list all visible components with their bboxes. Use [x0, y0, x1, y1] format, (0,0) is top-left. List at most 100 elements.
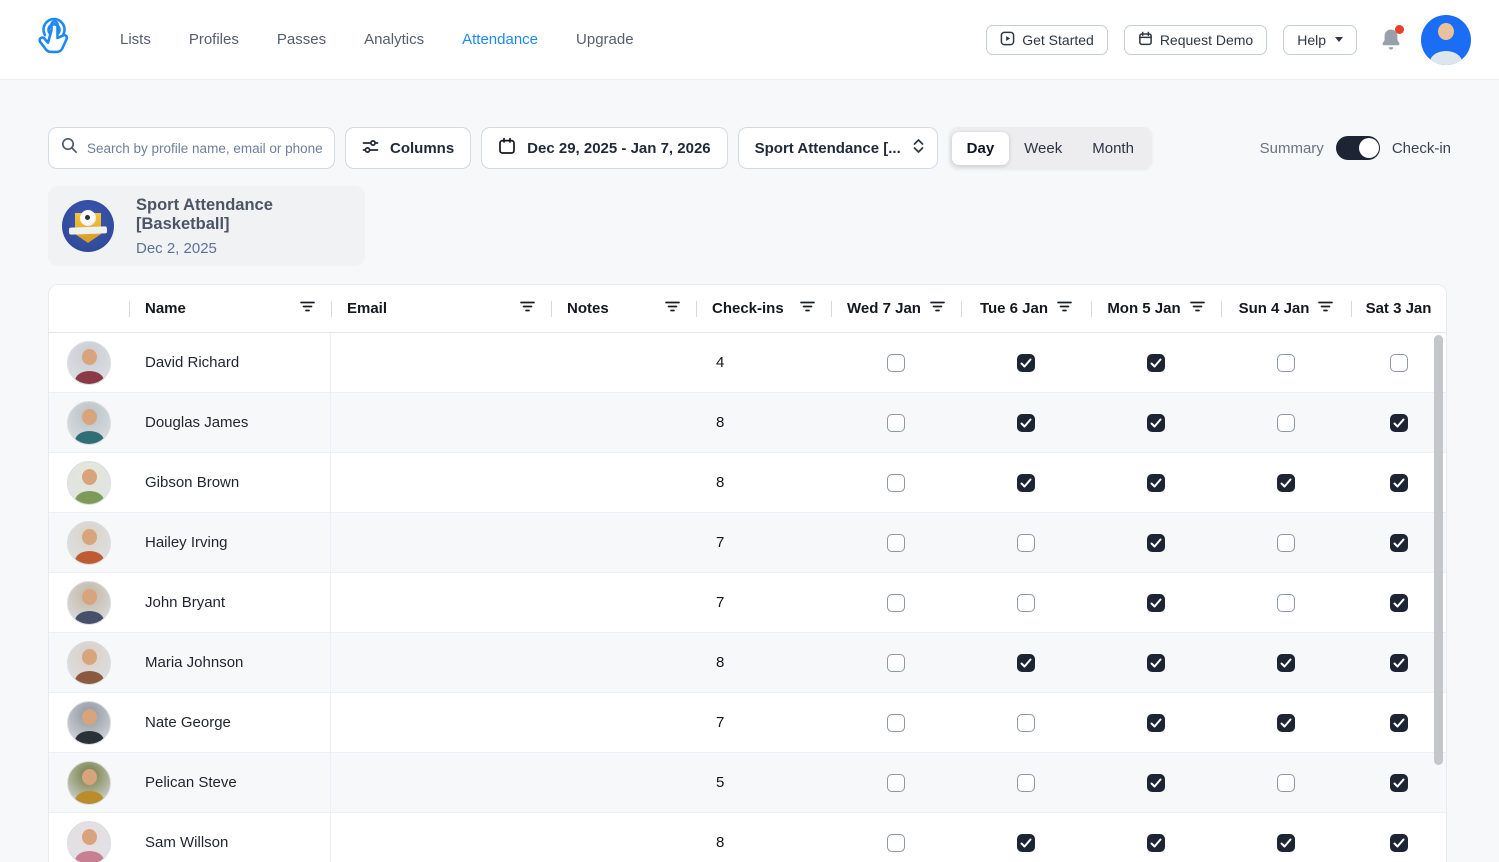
- notifications-button[interactable]: [1377, 26, 1405, 54]
- attendance-checkbox[interactable]: [1147, 414, 1165, 432]
- avatar-head: [82, 649, 97, 665]
- profile-avatar: [67, 521, 111, 565]
- attendance-checkbox[interactable]: [1390, 774, 1408, 792]
- attendance-checkbox[interactable]: [1017, 654, 1035, 672]
- app-logo[interactable]: [28, 11, 82, 69]
- table-row: Gibson Brown8: [49, 453, 1446, 513]
- filter-icon[interactable]: [665, 300, 680, 317]
- name-cell: Douglas James: [129, 393, 331, 452]
- attendance-checkbox[interactable]: [1390, 414, 1408, 432]
- attendance-checkbox[interactable]: [887, 654, 905, 672]
- column-header-notes[interactable]: Notes: [551, 285, 696, 332]
- attendance-checkbox[interactable]: [887, 534, 905, 552]
- attendance-checkbox[interactable]: [1277, 414, 1295, 432]
- attendance-checkbox[interactable]: [1277, 654, 1295, 672]
- event-select[interactable]: Sport Attendance [...: [738, 127, 938, 169]
- segment-week[interactable]: Week: [1009, 132, 1077, 165]
- request-demo-button[interactable]: Request Demo: [1124, 25, 1267, 55]
- video-play-icon: [1000, 31, 1015, 49]
- day-cell-mon-5-jan: [1091, 813, 1221, 862]
- table-row: David Richard4: [49, 333, 1446, 393]
- attendance-checkbox[interactable]: [887, 594, 905, 612]
- nav-item-profiles[interactable]: Profiles: [189, 31, 239, 48]
- column-header-wed-7-jan[interactable]: Wed 7 Jan: [831, 285, 961, 332]
- attendance-checkbox[interactable]: [1277, 474, 1295, 492]
- attendance-checkbox[interactable]: [1147, 834, 1165, 852]
- attendance-checkbox[interactable]: [1147, 654, 1165, 672]
- date-range-label: Dec 29, 2025 - Jan 7, 2026: [527, 140, 710, 157]
- columns-button[interactable]: Columns: [345, 127, 471, 169]
- attendance-checkbox[interactable]: [887, 414, 905, 432]
- attendance-checkbox[interactable]: [1147, 534, 1165, 552]
- column-header-sun-4-jan[interactable]: Sun 4 Jan: [1221, 285, 1351, 332]
- attendance-checkbox[interactable]: [1017, 354, 1035, 372]
- attendance-checkbox[interactable]: [1390, 654, 1408, 672]
- attendance-checkbox[interactable]: [1277, 774, 1295, 792]
- column-header-mon-5-jan[interactable]: Mon 5 Jan: [1091, 285, 1221, 332]
- attendance-checkbox[interactable]: [1017, 834, 1035, 852]
- attendance-checkbox[interactable]: [887, 354, 905, 372]
- day-cell-wed-7-jan: [831, 573, 961, 632]
- day-cell-wed-7-jan: [831, 393, 961, 452]
- filter-icon[interactable]: [1318, 300, 1333, 317]
- filter-icon[interactable]: [300, 300, 315, 317]
- attendance-checkbox[interactable]: [1277, 594, 1295, 612]
- attendance-checkbox[interactable]: [1390, 474, 1408, 492]
- segment-day[interactable]: Day: [952, 132, 1010, 165]
- attendance-checkbox[interactable]: [1390, 834, 1408, 852]
- column-header-name[interactable]: Name: [129, 285, 331, 332]
- attendance-checkbox[interactable]: [1390, 354, 1408, 372]
- nav-item-passes[interactable]: Passes: [277, 31, 326, 48]
- nav-item-attendance[interactable]: Attendance: [462, 31, 538, 48]
- main-nav: Lists Profiles Passes Analytics Attendance Up…: [120, 31, 634, 48]
- attendance-checkbox[interactable]: [1017, 594, 1035, 612]
- nav-item-upgrade[interactable]: Upgrade: [576, 31, 634, 48]
- segment-month[interactable]: Month: [1077, 132, 1149, 165]
- attendance-checkbox[interactable]: [1017, 774, 1035, 792]
- notes-cell: [551, 513, 696, 572]
- event-card[interactable]: Sport Attendance [Basketball] Dec 2, 202…: [48, 186, 365, 266]
- name-cell: John Bryant: [129, 573, 331, 632]
- nav-item-lists[interactable]: Lists: [120, 31, 151, 48]
- profile-avatar: [67, 641, 111, 685]
- column-header-email[interactable]: Email: [331, 285, 551, 332]
- attendance-checkbox[interactable]: [1277, 354, 1295, 372]
- attendance-checkbox[interactable]: [1017, 474, 1035, 492]
- column-header-check-ins[interactable]: Check-ins: [696, 285, 831, 332]
- filter-icon[interactable]: [800, 300, 815, 317]
- date-range-button[interactable]: Dec 29, 2025 - Jan 7, 2026: [481, 127, 727, 169]
- attendance-checkbox[interactable]: [1390, 714, 1408, 732]
- attendance-checkbox[interactable]: [887, 474, 905, 492]
- attendance-checkbox[interactable]: [887, 774, 905, 792]
- checkins-count-cell: 4: [696, 333, 831, 392]
- user-avatar[interactable]: [1421, 15, 1471, 65]
- attendance-checkbox[interactable]: [1017, 414, 1035, 432]
- attendance-checkbox[interactable]: [1147, 774, 1165, 792]
- filter-icon[interactable]: [1190, 300, 1205, 317]
- filter-icon[interactable]: [930, 300, 945, 317]
- attendance-checkbox[interactable]: [1390, 534, 1408, 552]
- attendance-checkbox[interactable]: [887, 714, 905, 732]
- attendance-checkbox[interactable]: [1147, 594, 1165, 612]
- attendance-checkbox[interactable]: [1277, 714, 1295, 732]
- attendance-checkbox[interactable]: [1017, 534, 1035, 552]
- attendance-checkbox[interactable]: [1277, 534, 1295, 552]
- attendance-checkbox[interactable]: [1277, 834, 1295, 852]
- attendance-checkbox[interactable]: [1147, 474, 1165, 492]
- summary-checkin-toggle[interactable]: [1336, 136, 1380, 160]
- filter-icon[interactable]: [520, 300, 535, 317]
- attendance-checkbox[interactable]: [887, 834, 905, 852]
- column-header-tue-6-jan[interactable]: Tue 6 Jan: [961, 285, 1091, 332]
- attendance-checkbox[interactable]: [1147, 714, 1165, 732]
- attendance-checkbox[interactable]: [1017, 714, 1035, 732]
- help-dropdown-button[interactable]: Help: [1283, 25, 1357, 55]
- column-label: Check-ins: [712, 300, 784, 317]
- attendance-checkbox[interactable]: [1147, 354, 1165, 372]
- column-header-sat-3-jan[interactable]: Sat 3 Jan: [1351, 285, 1446, 332]
- nav-item-analytics[interactable]: Analytics: [364, 31, 424, 48]
- attendance-checkbox[interactable]: [1390, 594, 1408, 612]
- get-started-button[interactable]: Get Started: [986, 25, 1108, 55]
- filter-icon[interactable]: [1057, 300, 1072, 317]
- search-input[interactable]: [87, 141, 322, 156]
- vertical-scrollbar[interactable]: [1434, 335, 1443, 765]
